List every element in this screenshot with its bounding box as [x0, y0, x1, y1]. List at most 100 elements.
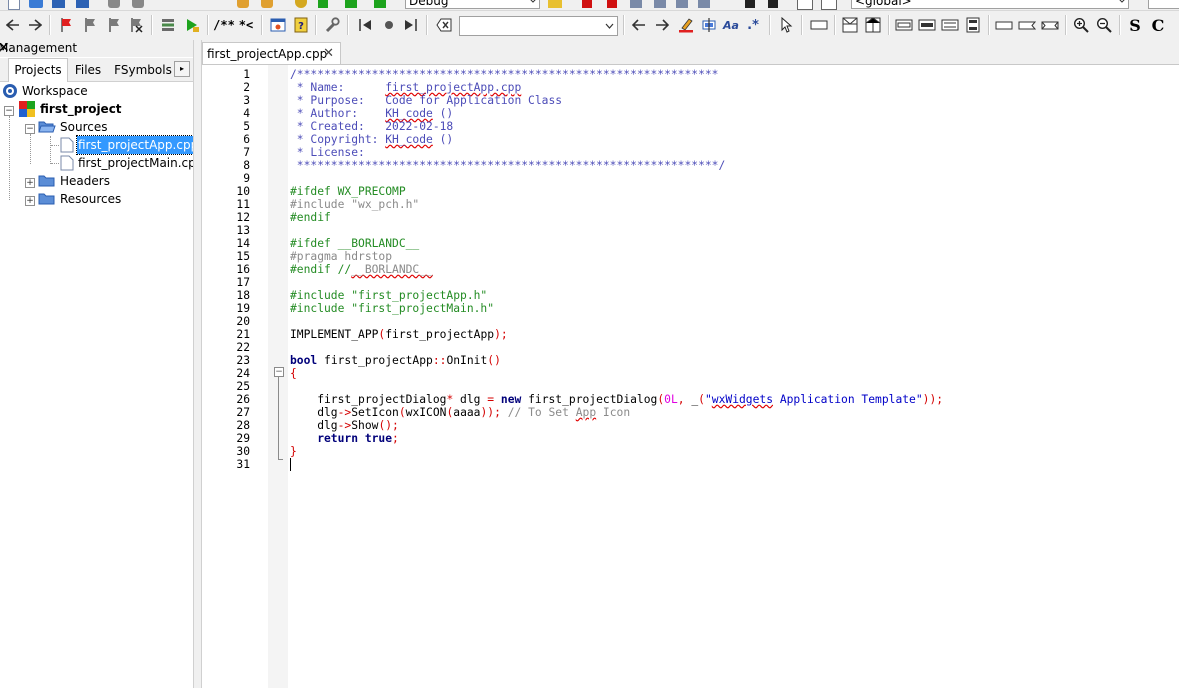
tab-scroll-right-button[interactable]: ▸: [174, 61, 190, 77]
paste-icon[interactable]: [261, 0, 273, 8]
code-line[interactable]: return true;: [290, 432, 399, 445]
debug-windows-icon[interactable]: [797, 0, 813, 10]
close-icon[interactable]: ✕: [323, 43, 334, 65]
insert-break-button[interactable]: [994, 15, 1014, 35]
code-line[interactable]: #include "wx_pch.h": [290, 198, 419, 211]
new-file-icon[interactable]: [8, 0, 20, 10]
nav-back-button[interactable]: [3, 15, 23, 35]
insert-continue-button[interactable]: [1017, 15, 1037, 35]
insert-rect-button[interactable]: [809, 15, 829, 35]
doxyblocks-help-button[interactable]: ?: [291, 15, 311, 35]
find-previous-button[interactable]: [629, 15, 649, 35]
code-completion-button[interactable]: [158, 15, 178, 35]
toggle-bookmark-button[interactable]: [56, 15, 76, 35]
build-target-select[interactable]: Debug: [405, 0, 540, 9]
code-line[interactable]: * Author: KH_code (): [290, 107, 453, 120]
step-run-button[interactable]: [182, 15, 202, 35]
jump-back-button[interactable]: [356, 15, 376, 35]
insert-if-button[interactable]: [863, 15, 883, 35]
insert-decision-button[interactable]: [840, 15, 860, 35]
insert-block-button[interactable]: [963, 15, 983, 35]
close-icon[interactable]: ✕: [0, 40, 189, 56]
build-run-icon[interactable]: [345, 0, 357, 8]
code-editor[interactable]: − 1 /************************************…: [202, 65, 1179, 688]
fold-toggle[interactable]: −: [274, 367, 284, 377]
open-file-icon[interactable]: [29, 0, 43, 8]
code-line[interactable]: * Copyright: KH_code (): [290, 133, 453, 146]
highlight-button[interactable]: [676, 15, 696, 35]
insert-for-button[interactable]: [940, 15, 960, 35]
selected-text-button[interactable]: [699, 15, 719, 35]
show-options-icon[interactable]: [548, 0, 562, 8]
code-line[interactable]: dlg->Show();: [290, 419, 399, 432]
debug-out-icon[interactable]: [676, 0, 688, 8]
debug-stop-icon[interactable]: [768, 0, 778, 8]
function-select[interactable]: [1148, 0, 1179, 9]
regex-button[interactable]: .*: [743, 15, 763, 35]
clear-search-button[interactable]: [434, 15, 454, 35]
expand-toggle[interactable]: −: [25, 124, 35, 134]
insert-while-button[interactable]: [917, 15, 937, 35]
code-line[interactable]: #include "first_projectMain.h": [290, 302, 494, 315]
run-icon[interactable]: [318, 0, 328, 8]
code-export-button[interactable]: C: [1148, 15, 1168, 35]
zoom-out-button[interactable]: [1094, 15, 1114, 35]
jump-forward-button[interactable]: [400, 15, 420, 35]
code-line[interactable]: }: [290, 445, 297, 458]
save-icon[interactable]: [52, 0, 65, 8]
code-line[interactable]: #include "first_projectApp.h": [290, 289, 487, 302]
rebuild-icon[interactable]: [374, 0, 386, 8]
next-bookmark-button[interactable]: [104, 15, 124, 35]
expand-toggle[interactable]: −: [4, 106, 14, 116]
editor-tab-active[interactable]: first_projectApp.cpp ✕: [202, 42, 341, 64]
code-line[interactable]: #ifdef WX_PRECOMP: [290, 185, 406, 198]
code-line[interactable]: #endif: [290, 211, 331, 224]
scope-select[interactable]: <global>: [851, 0, 1129, 9]
code-line[interactable]: IMPLEMENT_APP(first_projectApp);: [290, 328, 508, 341]
source-export-button[interactable]: S: [1125, 15, 1145, 35]
code-line[interactable]: ****************************************…: [290, 159, 726, 172]
stream-comment-button[interactable]: *<: [236, 15, 256, 35]
prev-bookmark-button[interactable]: [80, 15, 100, 35]
save-all-icon[interactable]: [76, 0, 89, 8]
code-line[interactable]: /***************************************…: [290, 68, 718, 81]
code-line[interactable]: bool first_projectApp::OnInit(): [290, 354, 501, 367]
find-next-button[interactable]: [652, 15, 672, 35]
tab-projects[interactable]: Projects: [8, 58, 68, 82]
code-line[interactable]: first_projectDialog* dlg = new first_pro…: [290, 393, 943, 406]
code-line[interactable]: {: [290, 367, 297, 380]
code-line[interactable]: * License:: [290, 146, 365, 159]
debug-step-icon[interactable]: [607, 0, 617, 8]
settings-button[interactable]: [322, 15, 342, 35]
comment-button[interactable]: /**: [213, 15, 235, 35]
code-line[interactable]: * Purpose: Code for Application Class: [290, 94, 562, 107]
select-tool-button[interactable]: [776, 15, 796, 35]
doxywizard-button[interactable]: [268, 15, 288, 35]
tab-fsymbols[interactable]: FSymbols: [112, 60, 174, 80]
insert-return-button[interactable]: [1040, 15, 1060, 35]
expand-toggle[interactable]: +: [25, 178, 35, 188]
zoom-in-button[interactable]: [1071, 15, 1091, 35]
search-input[interactable]: [459, 16, 618, 36]
insert-loop-button[interactable]: [894, 15, 914, 35]
code-line[interactable]: * Created: 2022-02-18: [290, 120, 453, 133]
fold-margin[interactable]: −: [268, 65, 288, 688]
build-icon[interactable]: [295, 0, 307, 8]
expand-toggle[interactable]: +: [25, 196, 35, 206]
match-case-button[interactable]: Aa: [721, 15, 741, 35]
code-line[interactable]: #ifdef __BORLANDC__: [290, 237, 419, 250]
debug-pause-icon[interactable]: [745, 0, 755, 8]
code-line[interactable]: #pragma hdrstop: [290, 250, 392, 263]
debug-info-icon[interactable]: [821, 0, 837, 10]
code-line[interactable]: dlg->SetIcon(wxICON(aaaa)); // To Set Ap…: [290, 406, 630, 419]
code-line[interactable]: #endif //__BORLANDC__: [290, 263, 433, 276]
cut-icon[interactable]: [237, 0, 249, 8]
debug-instr-icon[interactable]: [698, 0, 710, 8]
tab-files[interactable]: Files: [70, 60, 106, 80]
code-line[interactable]: * Name: first_projectApp.cpp: [290, 81, 521, 94]
panel-splitter[interactable]: [193, 40, 202, 688]
nav-forward-button[interactable]: [25, 15, 45, 35]
debug-next-icon[interactable]: [630, 0, 642, 8]
redo-icon[interactable]: [132, 0, 144, 8]
jump-home-button[interactable]: [379, 15, 399, 35]
